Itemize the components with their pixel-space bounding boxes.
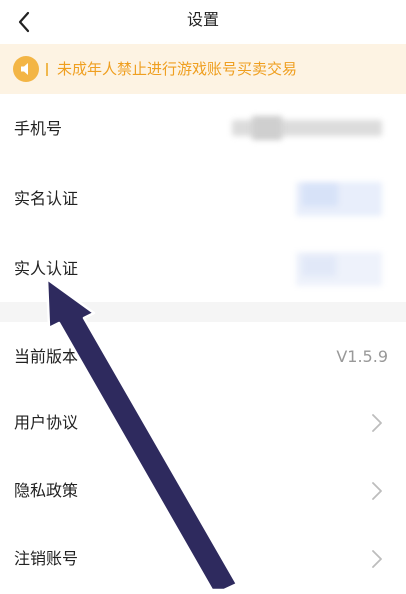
chevron-right-icon (372, 414, 382, 432)
row-privacy-policy[interactable]: 隐私政策 (0, 456, 406, 526)
version-value: V1.5.9 (336, 347, 388, 366)
row-label: 实人认证 (14, 259, 79, 278)
notice-separator (46, 63, 48, 76)
row-phone-number[interactable]: 手机号 (0, 94, 406, 164)
notice-text: 未成年人禁止进行游戏账号买卖交易 (57, 60, 298, 78)
row-real-person-verification[interactable]: 实人认证 (0, 234, 406, 304)
row-label: 隐私政策 (14, 481, 79, 500)
section-divider (0, 302, 406, 322)
chevron-right-icon (372, 482, 382, 500)
row-label: 实名认证 (14, 189, 79, 208)
chevron-right-icon (372, 550, 382, 568)
header-bar: 设置 (0, 0, 406, 44)
account-section: 手机号 实名认证 实人认证 (0, 94, 406, 302)
notice-banner: 未成年人禁止进行游戏账号买卖交易 (0, 44, 406, 94)
row-label: 用户协议 (14, 413, 79, 432)
page-title: 设置 (186, 10, 219, 29)
row-label: 当前版本 (14, 347, 79, 366)
row-label: 手机号 (14, 119, 63, 138)
about-section: 当前版本 V1.5.9 用户协议 隐私政策 注销账号 (0, 322, 406, 590)
speaker-icon (13, 56, 39, 82)
row-label: 注销账号 (14, 549, 79, 568)
row-real-name-verification[interactable]: 实名认证 (0, 164, 406, 234)
row-user-agreement[interactable]: 用户协议 (0, 388, 406, 458)
row-current-version: 当前版本 V1.5.9 (0, 322, 406, 392)
row-delete-account[interactable]: 注销账号 (0, 524, 406, 594)
